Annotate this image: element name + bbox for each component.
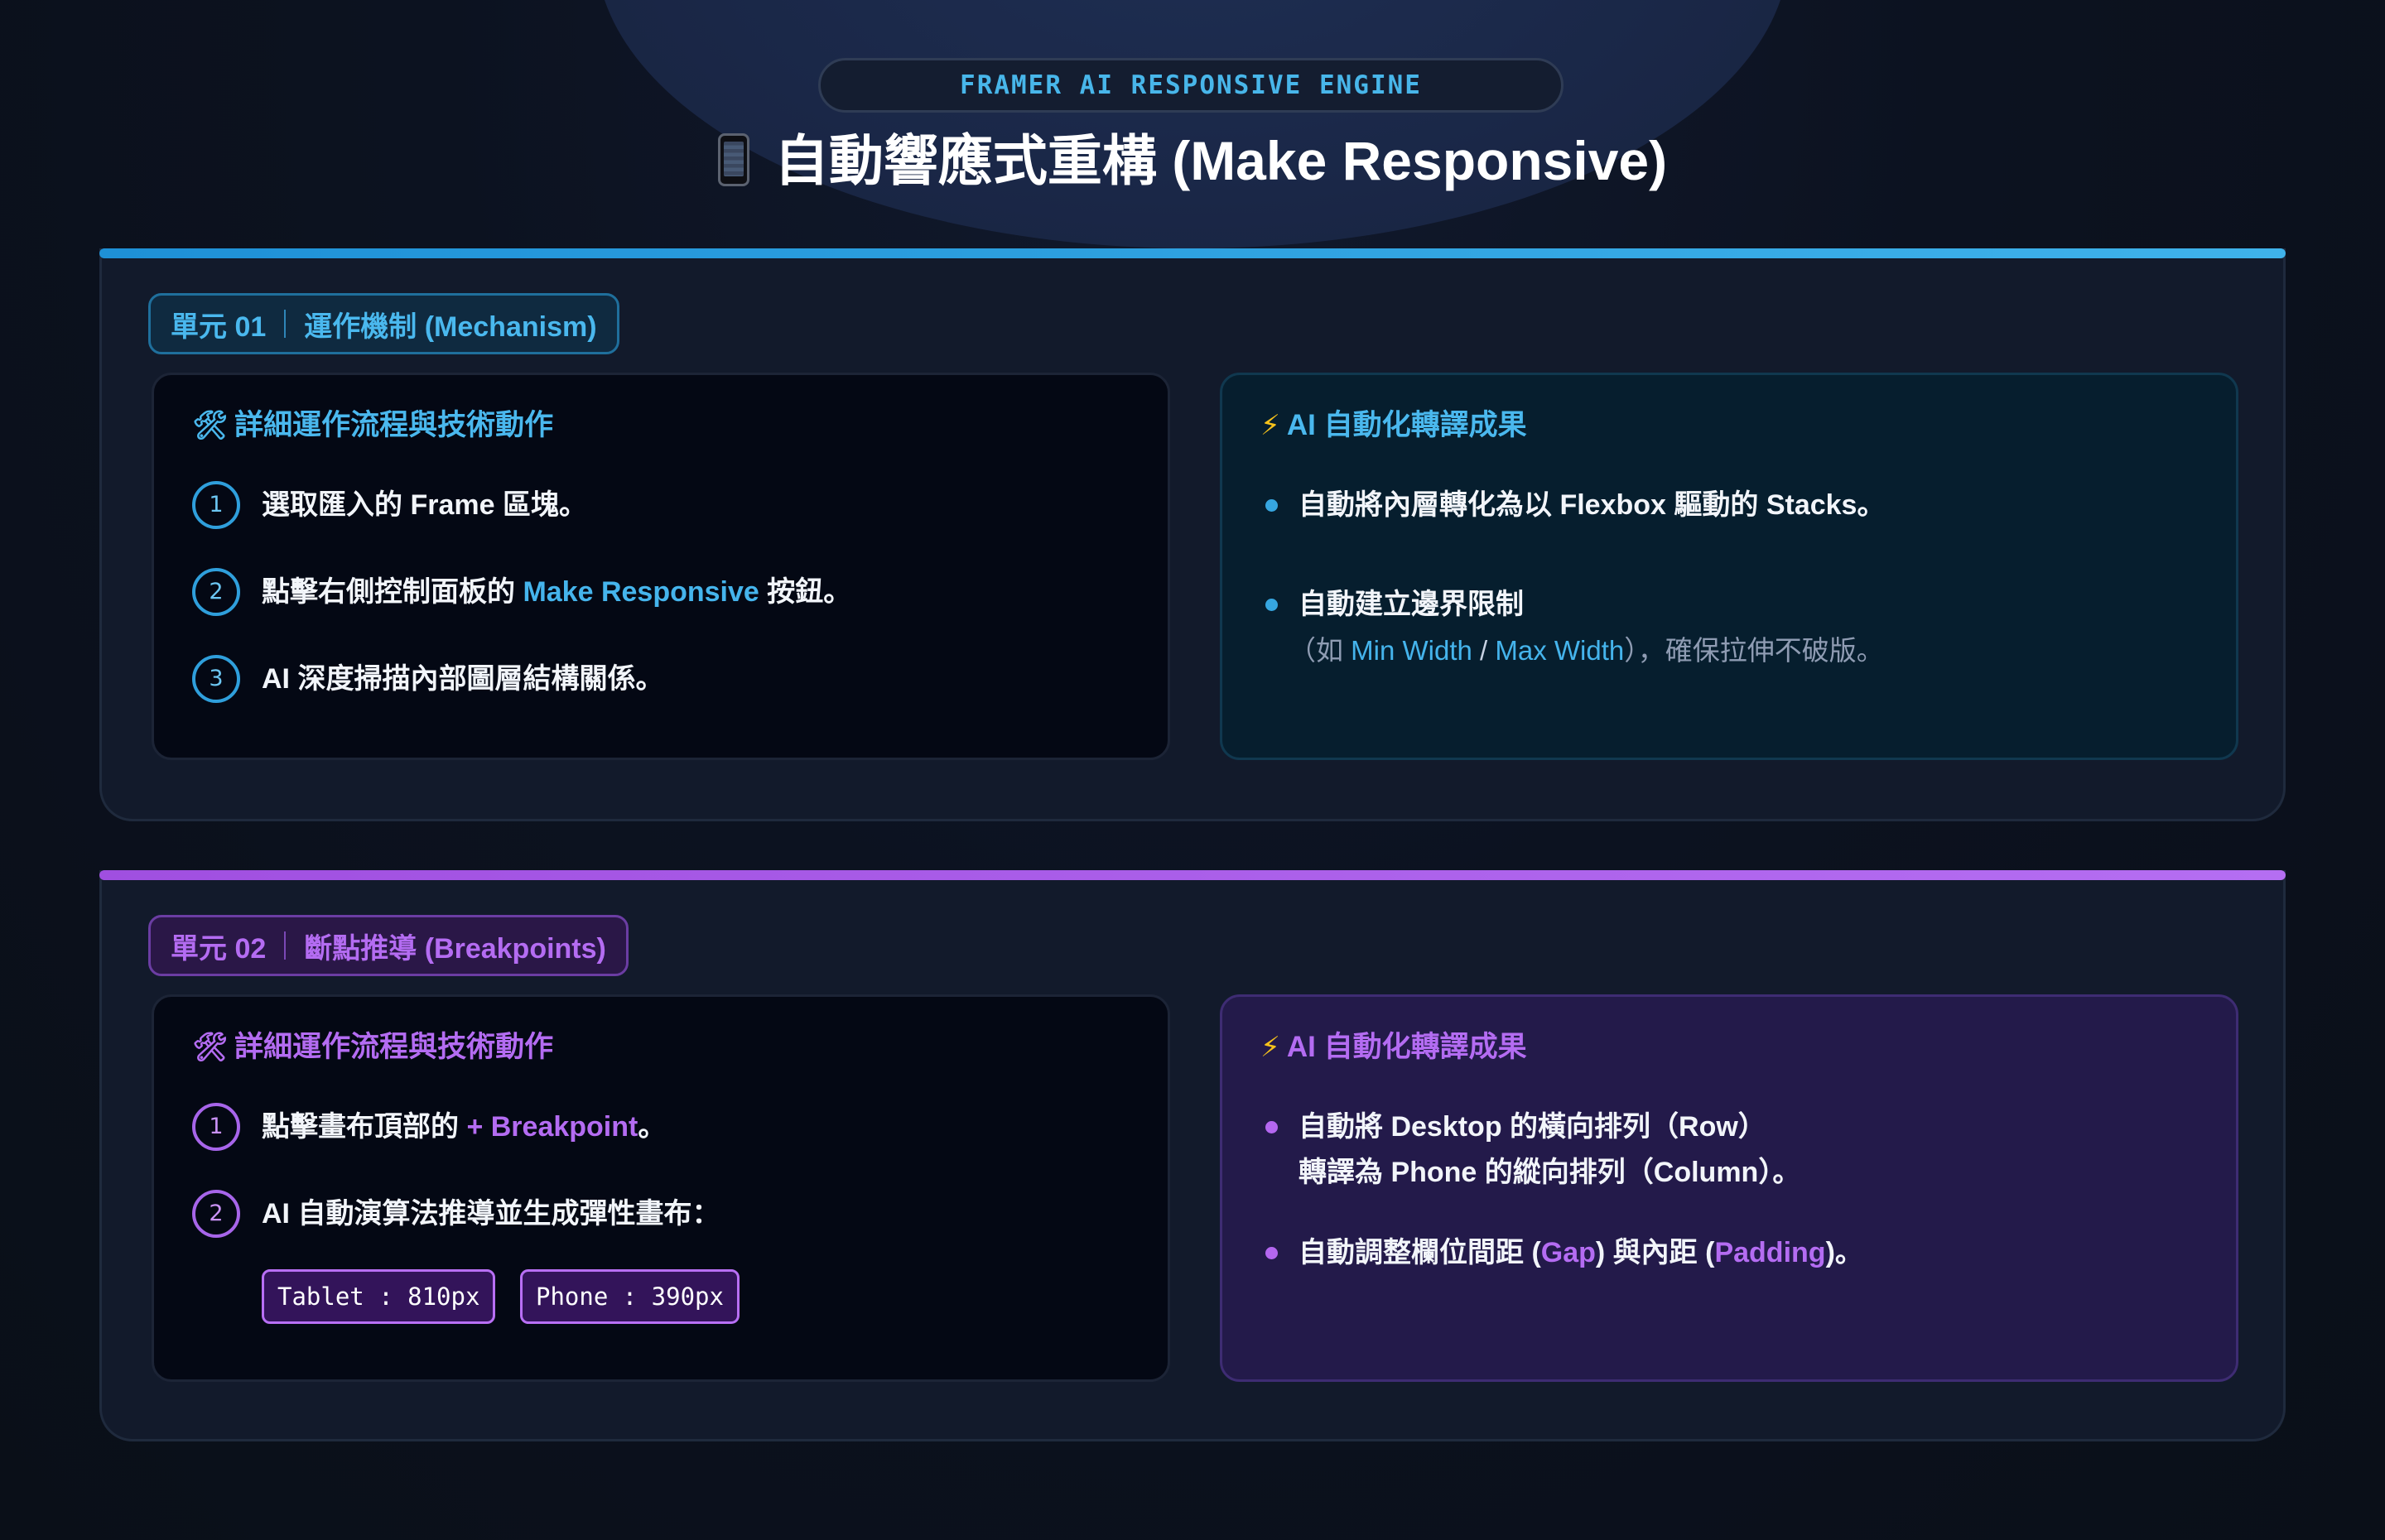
bullet-dot	[1265, 499, 1278, 512]
bullet-text-mid: ) 與內距 (	[1595, 1237, 1715, 1268]
process-heading-text: 詳細運作流程與技術動作	[234, 409, 554, 441]
unit-01-top-bar	[99, 248, 2286, 258]
unit-02-results-panel: ⚡ AI 自動化轉譯成果 自動將 Desktop 的橫向排列（Row） 轉譯為 P…	[1220, 994, 2238, 1382]
badge-divider	[284, 310, 287, 338]
unit-02-badge: 單元 02 斷點推導 (Breakpoints)	[148, 915, 629, 976]
step-text-pre: 點擊右側控制面板的	[262, 576, 523, 608]
gap-highlight: Gap	[1540, 1237, 1596, 1268]
step-text: 選取匯入的 Frame 區塊。	[262, 489, 587, 521]
step-number: 2	[192, 1190, 240, 1238]
unit-01-results-panel: ⚡ AI 自動化轉譯成果 自動將內層轉化為以 Flexbox 驅動的 Stacks…	[1220, 373, 2238, 760]
results-heading-text: AI 自動化轉譯成果	[1286, 1031, 1527, 1063]
unit-01-number: 單元 01	[171, 310, 267, 343]
step-text: AI 自動演算法推導並生成彈性畫布：	[262, 1198, 720, 1230]
step-number: 1	[192, 481, 240, 529]
process-heading-text: 詳細運作流程與技術動作	[234, 1031, 554, 1063]
step-text-post: 。	[638, 1111, 667, 1143]
step-text: 點擊右側控制面板的 Make Responsive 按鈕。	[262, 568, 851, 616]
page-title-text: 自動響應式重構 (Make Responsive)	[773, 130, 1668, 191]
max-width-highlight: Max Width	[1495, 635, 1625, 666]
mobile-phone-icon	[717, 133, 749, 186]
bullet-dot	[1265, 1247, 1278, 1259]
bullet-subtext: （如 Min Width / Max Width），確保拉伸不破版。	[1289, 627, 1884, 675]
subtext-post: ），確保拉伸不破版。	[1624, 635, 1884, 666]
results-heading: ⚡ AI 自動化轉譯成果	[1260, 405, 1527, 446]
step-text-post: 按鈕。	[759, 576, 852, 608]
bullet-text: 自動將內層轉化為以 Flexbox 驅動的 Stacks。	[1298, 489, 1886, 521]
process-heading: 🛠 詳細運作流程與技術動作	[192, 1027, 553, 1068]
process-heading: 🛠 詳細運作流程與技術動作	[192, 405, 553, 446]
step-number: 3	[192, 655, 240, 703]
bullet-dot	[1265, 599, 1278, 611]
lightning-icon: ⚡	[1260, 1032, 1280, 1063]
unit-02-name: 斷點推導 (Breakpoints)	[304, 932, 606, 965]
tools-icon: 🛠	[192, 1032, 229, 1063]
phone-breakpoint-chip: Phone : 390px	[520, 1269, 740, 1324]
step-number: 2	[192, 568, 240, 616]
lightning-icon: ⚡	[1260, 410, 1280, 441]
bullet-text-line-2: 轉譯為 Phone 的縱向排列（Column）。	[1298, 1157, 1801, 1188]
bullet-text: 自動調整欄位間距 (Gap) 與內距 (Padding)。	[1298, 1229, 1863, 1277]
make-responsive-highlight: Make Responsive	[523, 576, 759, 608]
unit-01-process-panel: 🛠 詳細運作流程與技術動作 1 選取匯入的 Frame 區塊。 2 點擊右側控制面…	[152, 373, 1170, 760]
unit-01-name: 運作機制 (Mechanism)	[304, 310, 597, 343]
tools-icon: 🛠	[192, 410, 229, 441]
subtext-pre: （如	[1289, 635, 1352, 666]
unit-01-badge: 單元 01 運作機制 (Mechanism)	[148, 293, 619, 354]
step-text: AI 深度掃描內部圖層結構關係。	[262, 663, 664, 695]
subtext-slash: /	[1472, 635, 1496, 666]
bullet-dot	[1265, 1121, 1278, 1133]
min-width-highlight: Min Width	[1351, 635, 1472, 666]
bullet-text-pre: 自動調整欄位間距 (	[1298, 1237, 1541, 1268]
unit-01-card: 單元 01 運作機制 (Mechanism) 🛠 詳細運作流程與技術動作 1 選取…	[99, 248, 2286, 821]
step-number: 1	[192, 1103, 240, 1151]
tablet-breakpoint-chip: Tablet : 810px	[262, 1269, 496, 1324]
bullet-text-line-1: 自動將 Desktop 的橫向排列（Row）	[1298, 1111, 1766, 1143]
unit-02-card: 單元 02 斷點推導 (Breakpoints) 🛠 詳細運作流程與技術動作 1 …	[99, 870, 2286, 1441]
unit-02-process-panel: 🛠 詳細運作流程與技術動作 1 點擊畫布頂部的 + Breakpoint。 2 A…	[152, 994, 1170, 1382]
results-heading: ⚡ AI 自動化轉譯成果	[1260, 1027, 1527, 1068]
step-text-pre: 點擊畫布頂部的	[262, 1111, 467, 1143]
step-text: 點擊畫布頂部的 + Breakpoint。	[262, 1103, 666, 1151]
bullet-text-post: )。	[1825, 1237, 1863, 1268]
results-heading-text: AI 自動化轉譯成果	[1286, 409, 1527, 441]
badge-divider	[284, 931, 287, 960]
bullet-text: 自動建立邊界限制	[1298, 589, 1524, 620]
page-title: 自動響應式重構 (Make Responsive)	[0, 121, 2385, 200]
unit-02-top-bar	[99, 870, 2286, 880]
breakpoint-highlight: + Breakpoint	[466, 1111, 638, 1143]
engine-label: FRAMER AI RESPONSIVE ENGINE	[818, 58, 1564, 113]
padding-highlight: Padding	[1714, 1237, 1826, 1268]
unit-02-number: 單元 02	[171, 932, 267, 965]
